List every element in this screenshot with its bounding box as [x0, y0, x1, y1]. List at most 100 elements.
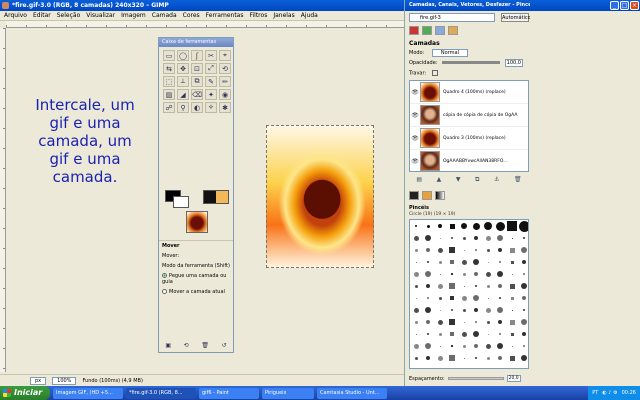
- brush-preview[interactable]: [470, 244, 482, 256]
- brush-preview[interactable]: [470, 268, 482, 280]
- brush-preview[interactable]: [470, 304, 482, 316]
- eye-icon[interactable]: 👁: [410, 89, 420, 96]
- brushes-tab-icon[interactable]: [409, 191, 419, 200]
- tool-smudge-icon[interactable]: ☍: [163, 102, 175, 113]
- brush-preview[interactable]: [494, 280, 506, 292]
- brush-preview[interactable]: [482, 316, 494, 328]
- image-select-combo[interactable]: fire.gif-3: [409, 13, 495, 22]
- brush-preview[interactable]: [482, 280, 494, 292]
- brush-preview[interactable]: [494, 304, 506, 316]
- brush-preview[interactable]: [482, 244, 494, 256]
- brush-preview[interactable]: [494, 244, 506, 256]
- mode-select[interactable]: Normal: [431, 49, 468, 57]
- brush-preview[interactable]: [410, 328, 422, 340]
- brush-preview[interactable]: [422, 352, 434, 364]
- brush-preview[interactable]: [422, 316, 434, 328]
- brush-preview[interactable]: [506, 256, 518, 268]
- brush-preview[interactable]: [506, 220, 518, 232]
- channels-tab-icon[interactable]: [422, 26, 432, 35]
- gradients-tab-icon[interactable]: [435, 191, 445, 200]
- taskbar-item[interactable]: *fire.gif-3.0 (RGB, 8...: [126, 387, 196, 399]
- brush-preview[interactable]: [410, 292, 422, 304]
- tool-bucket-fill-icon[interactable]: ▨: [163, 89, 175, 100]
- brush-preview[interactable]: [458, 244, 470, 256]
- brush-preview[interactable]: [410, 316, 422, 328]
- taskbar-item[interactable]: Imagem GIF, (HD +5...: [53, 387, 123, 399]
- tool-fuzzy-select-icon[interactable]: ⌖: [219, 50, 231, 61]
- restore-options-icon[interactable]: ⟲: [184, 342, 189, 349]
- brush-preview[interactable]: [518, 304, 528, 316]
- brush-preview[interactable]: [482, 232, 494, 244]
- brush-preview[interactable]: [506, 352, 518, 364]
- brush-preview[interactable]: [410, 232, 422, 244]
- tool-scale-icon[interactable]: ⤢: [205, 63, 217, 74]
- brush-preview[interactable]: [458, 340, 470, 352]
- brush-preview[interactable]: [494, 220, 506, 232]
- brush-preview[interactable]: [446, 280, 458, 292]
- spacing-slider[interactable]: [447, 377, 504, 380]
- brush-preview[interactable]: [458, 280, 470, 292]
- tool-zoom-icon[interactable]: ⚲: [177, 102, 189, 113]
- delete-options-icon[interactable]: 🗑: [201, 342, 209, 349]
- tool-text-icon[interactable]: ✱: [219, 102, 231, 113]
- brush-preview[interactable]: [422, 220, 434, 232]
- brush-preview[interactable]: [458, 268, 470, 280]
- brush-preview[interactable]: [422, 256, 434, 268]
- brush-preview[interactable]: [494, 340, 506, 352]
- tool-dodge-burn-icon[interactable]: ◐: [191, 102, 203, 113]
- menu-ferramentas[interactable]: Ferramentas: [206, 11, 244, 20]
- brush-preview[interactable]: [494, 268, 506, 280]
- brush-preview[interactable]: [470, 292, 482, 304]
- anchor-layer-icon[interactable]: ⚓: [494, 176, 499, 184]
- layer-row[interactable]: 👁 OgAAABBYvwcAllAN38RFO...: [410, 150, 528, 171]
- brush-preview[interactable]: [482, 220, 494, 232]
- brush-preview[interactable]: [410, 244, 422, 256]
- brush-preview[interactable]: [422, 304, 434, 316]
- brush-preview[interactable]: [482, 256, 494, 268]
- menu-cores[interactable]: Cores: [183, 11, 200, 20]
- tool-clone-icon[interactable]: ⧉: [191, 76, 203, 87]
- tool-rotate-icon[interactable]: ⟲: [219, 63, 231, 74]
- brush-preview[interactable]: [482, 352, 494, 364]
- brush-preview[interactable]: [518, 244, 528, 256]
- brush-preview[interactable]: [434, 244, 446, 256]
- brush-preview[interactable]: [434, 292, 446, 304]
- brush-preview[interactable]: [518, 232, 528, 244]
- brush-preview[interactable]: [434, 220, 446, 232]
- brush-preview[interactable]: [458, 256, 470, 268]
- fire-heart-image[interactable]: [266, 125, 374, 268]
- brush-preview[interactable]: [470, 340, 482, 352]
- tool-align-icon[interactable]: ⟂: [177, 76, 189, 87]
- eye-icon[interactable]: 👁: [410, 135, 420, 142]
- maximize-button[interactable]: □: [620, 1, 629, 10]
- brush-preview[interactable]: [446, 256, 458, 268]
- save-options-icon[interactable]: ▣: [165, 342, 171, 349]
- eye-icon[interactable]: 👁: [410, 112, 420, 119]
- brush-preview[interactable]: [422, 340, 434, 352]
- background-color-swatch[interactable]: [173, 196, 189, 208]
- menu-filtros[interactable]: Filtros: [249, 11, 267, 20]
- tool-paintbrush-icon[interactable]: ✏: [219, 76, 231, 87]
- brush-preview[interactable]: [422, 328, 434, 340]
- brush-preview[interactable]: [494, 256, 506, 268]
- zoom-select[interactable]: 100%: [52, 376, 77, 385]
- menu-janelas[interactable]: Janelas: [273, 11, 294, 20]
- reset-options-icon[interactable]: ↺: [222, 342, 227, 349]
- active-image-thumbnail[interactable]: [186, 211, 208, 233]
- eye-icon[interactable]: 👁: [410, 158, 420, 165]
- brush-preview[interactable]: [434, 328, 446, 340]
- brush-preview[interactable]: [470, 352, 482, 364]
- brush-preview[interactable]: [518, 256, 528, 268]
- brush-preview[interactable]: [494, 352, 506, 364]
- opacity-value[interactable]: 100,0: [504, 59, 523, 67]
- taskbar-item[interactable]: Pirigueix: [262, 387, 314, 399]
- brush-preview[interactable]: [494, 328, 506, 340]
- brush-preview[interactable]: [518, 316, 528, 328]
- tool-flip-icon[interactable]: ⇆: [163, 63, 175, 74]
- brush-preview[interactable]: [470, 220, 482, 232]
- brush-preview[interactable]: [446, 292, 458, 304]
- brush-preview[interactable]: [506, 292, 518, 304]
- paths-tab-icon[interactable]: [435, 26, 445, 35]
- tool-airbrush-icon[interactable]: ◉: [219, 89, 231, 100]
- brush-preview[interactable]: [410, 352, 422, 364]
